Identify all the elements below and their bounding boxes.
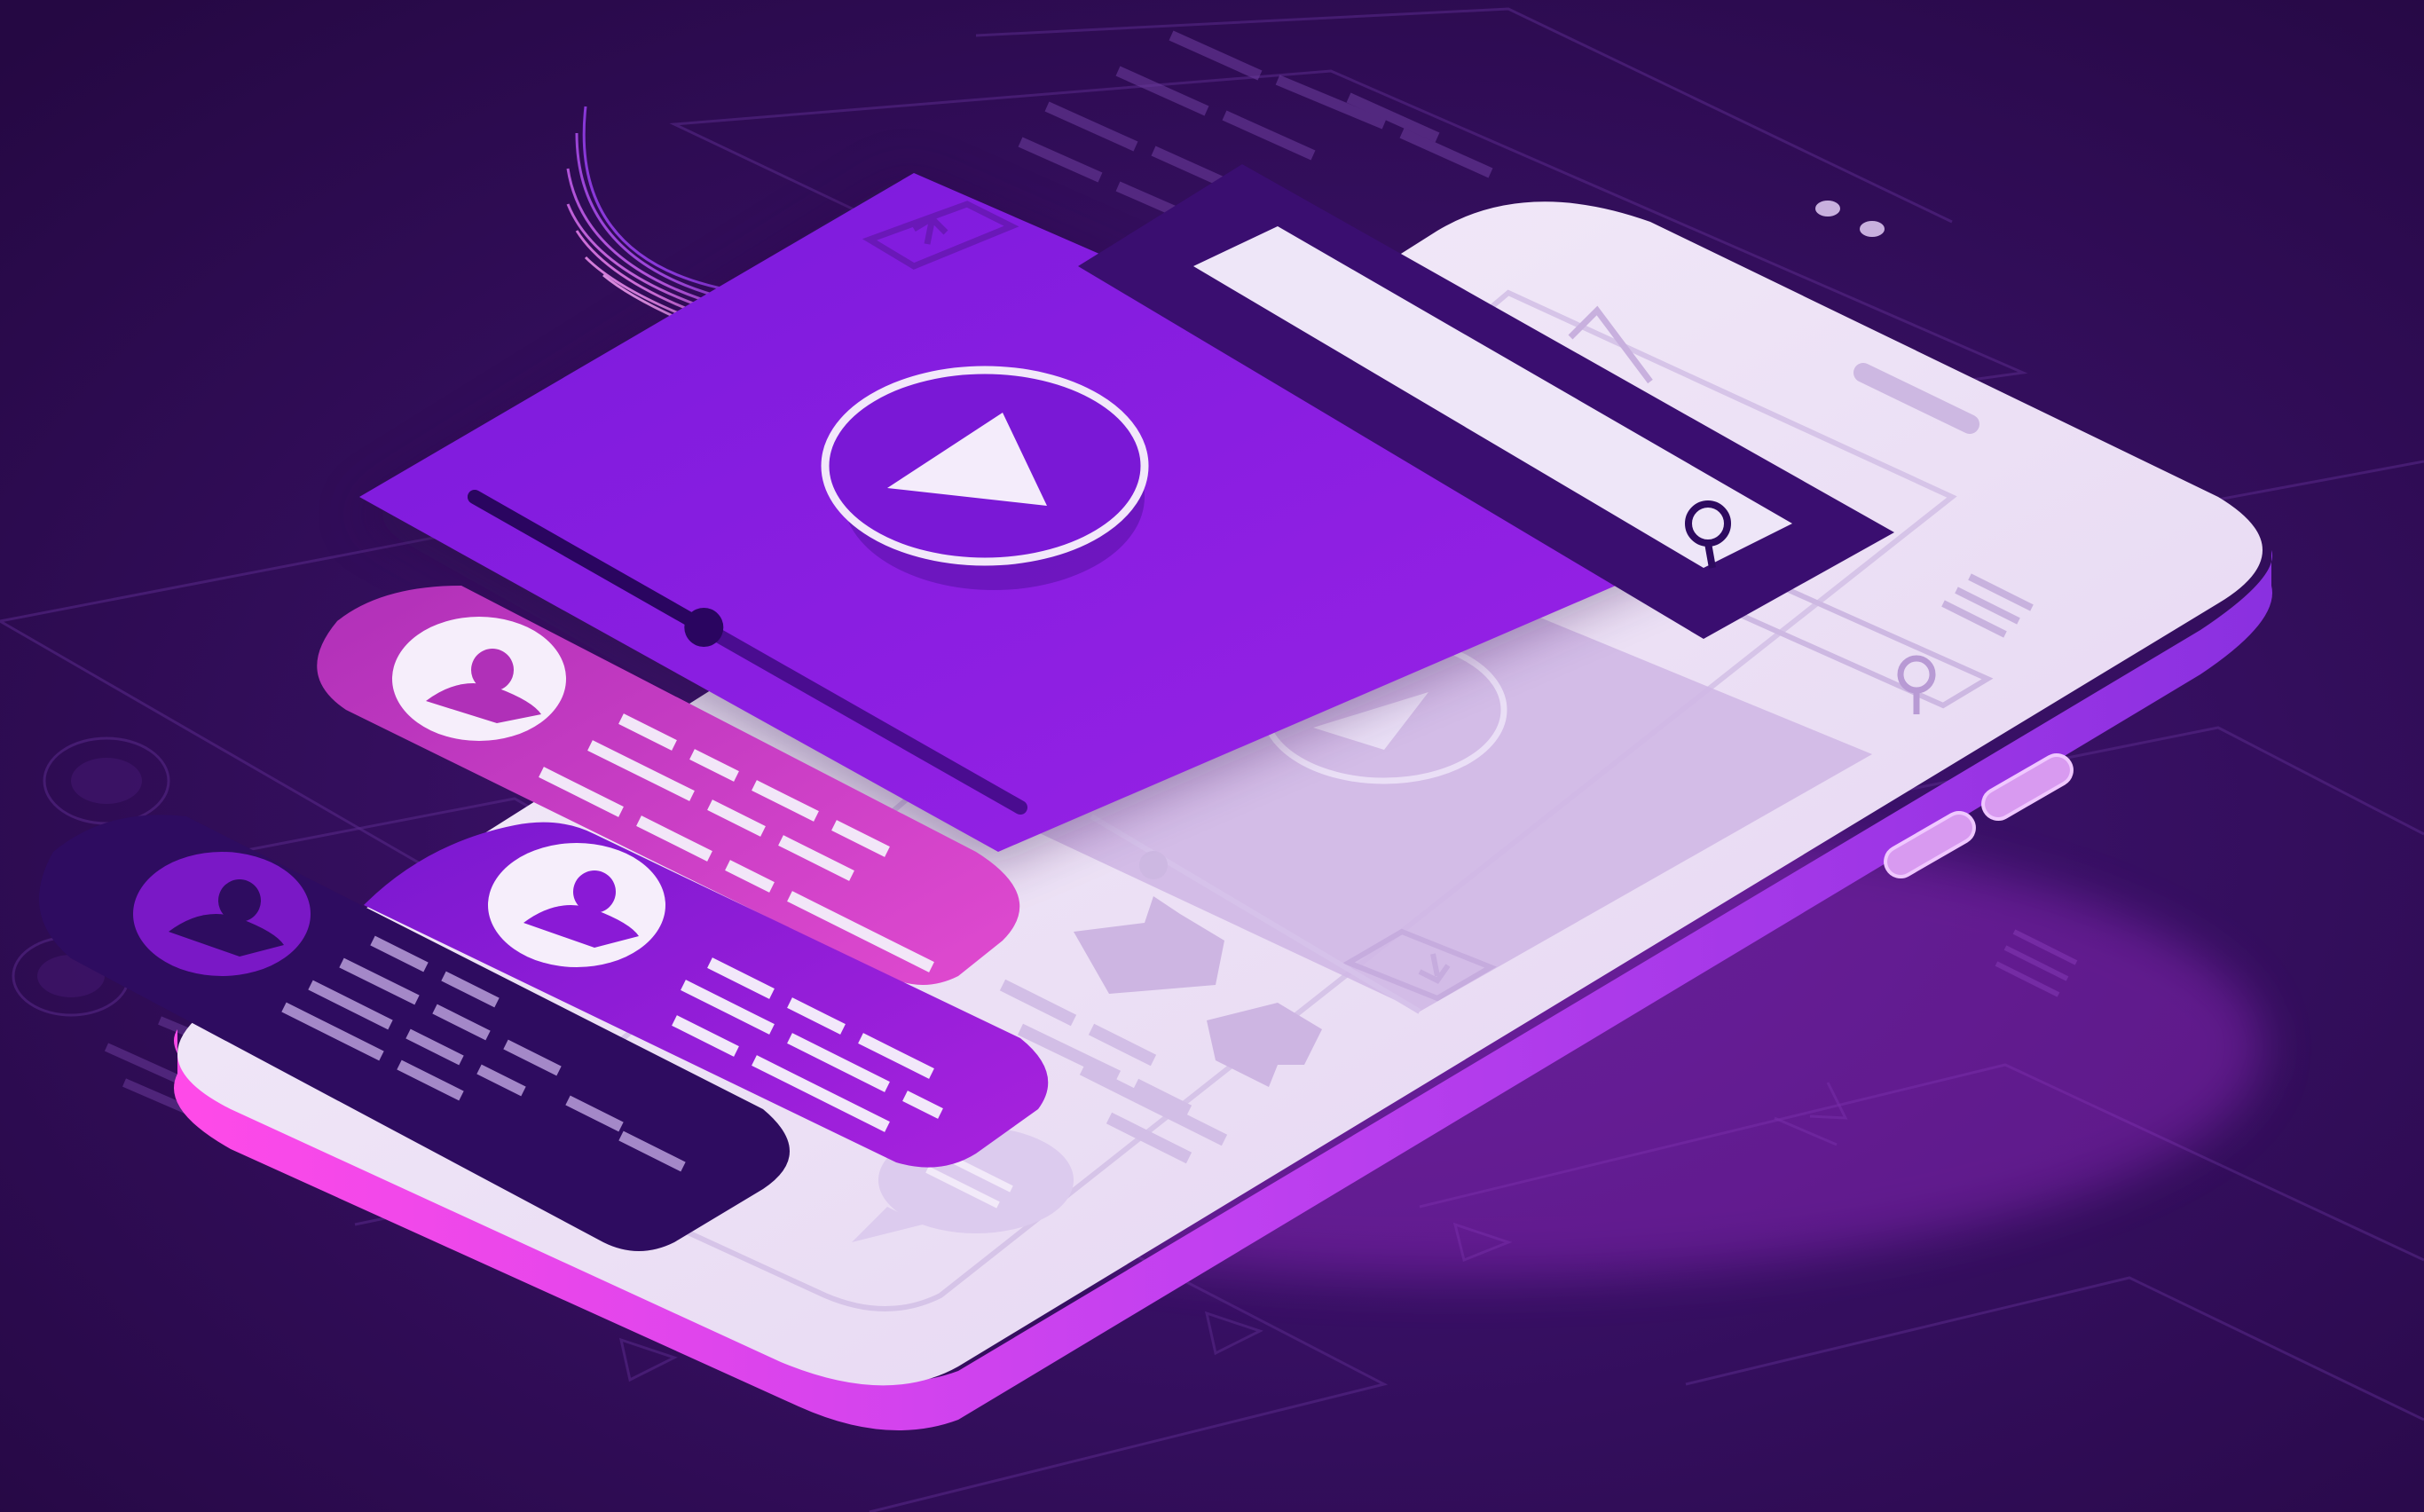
isometric-illustration (0, 0, 2424, 1512)
avatar-circle (488, 843, 665, 967)
avatar-circle (133, 852, 311, 976)
video-progress-knob[interactable] (684, 608, 724, 647)
